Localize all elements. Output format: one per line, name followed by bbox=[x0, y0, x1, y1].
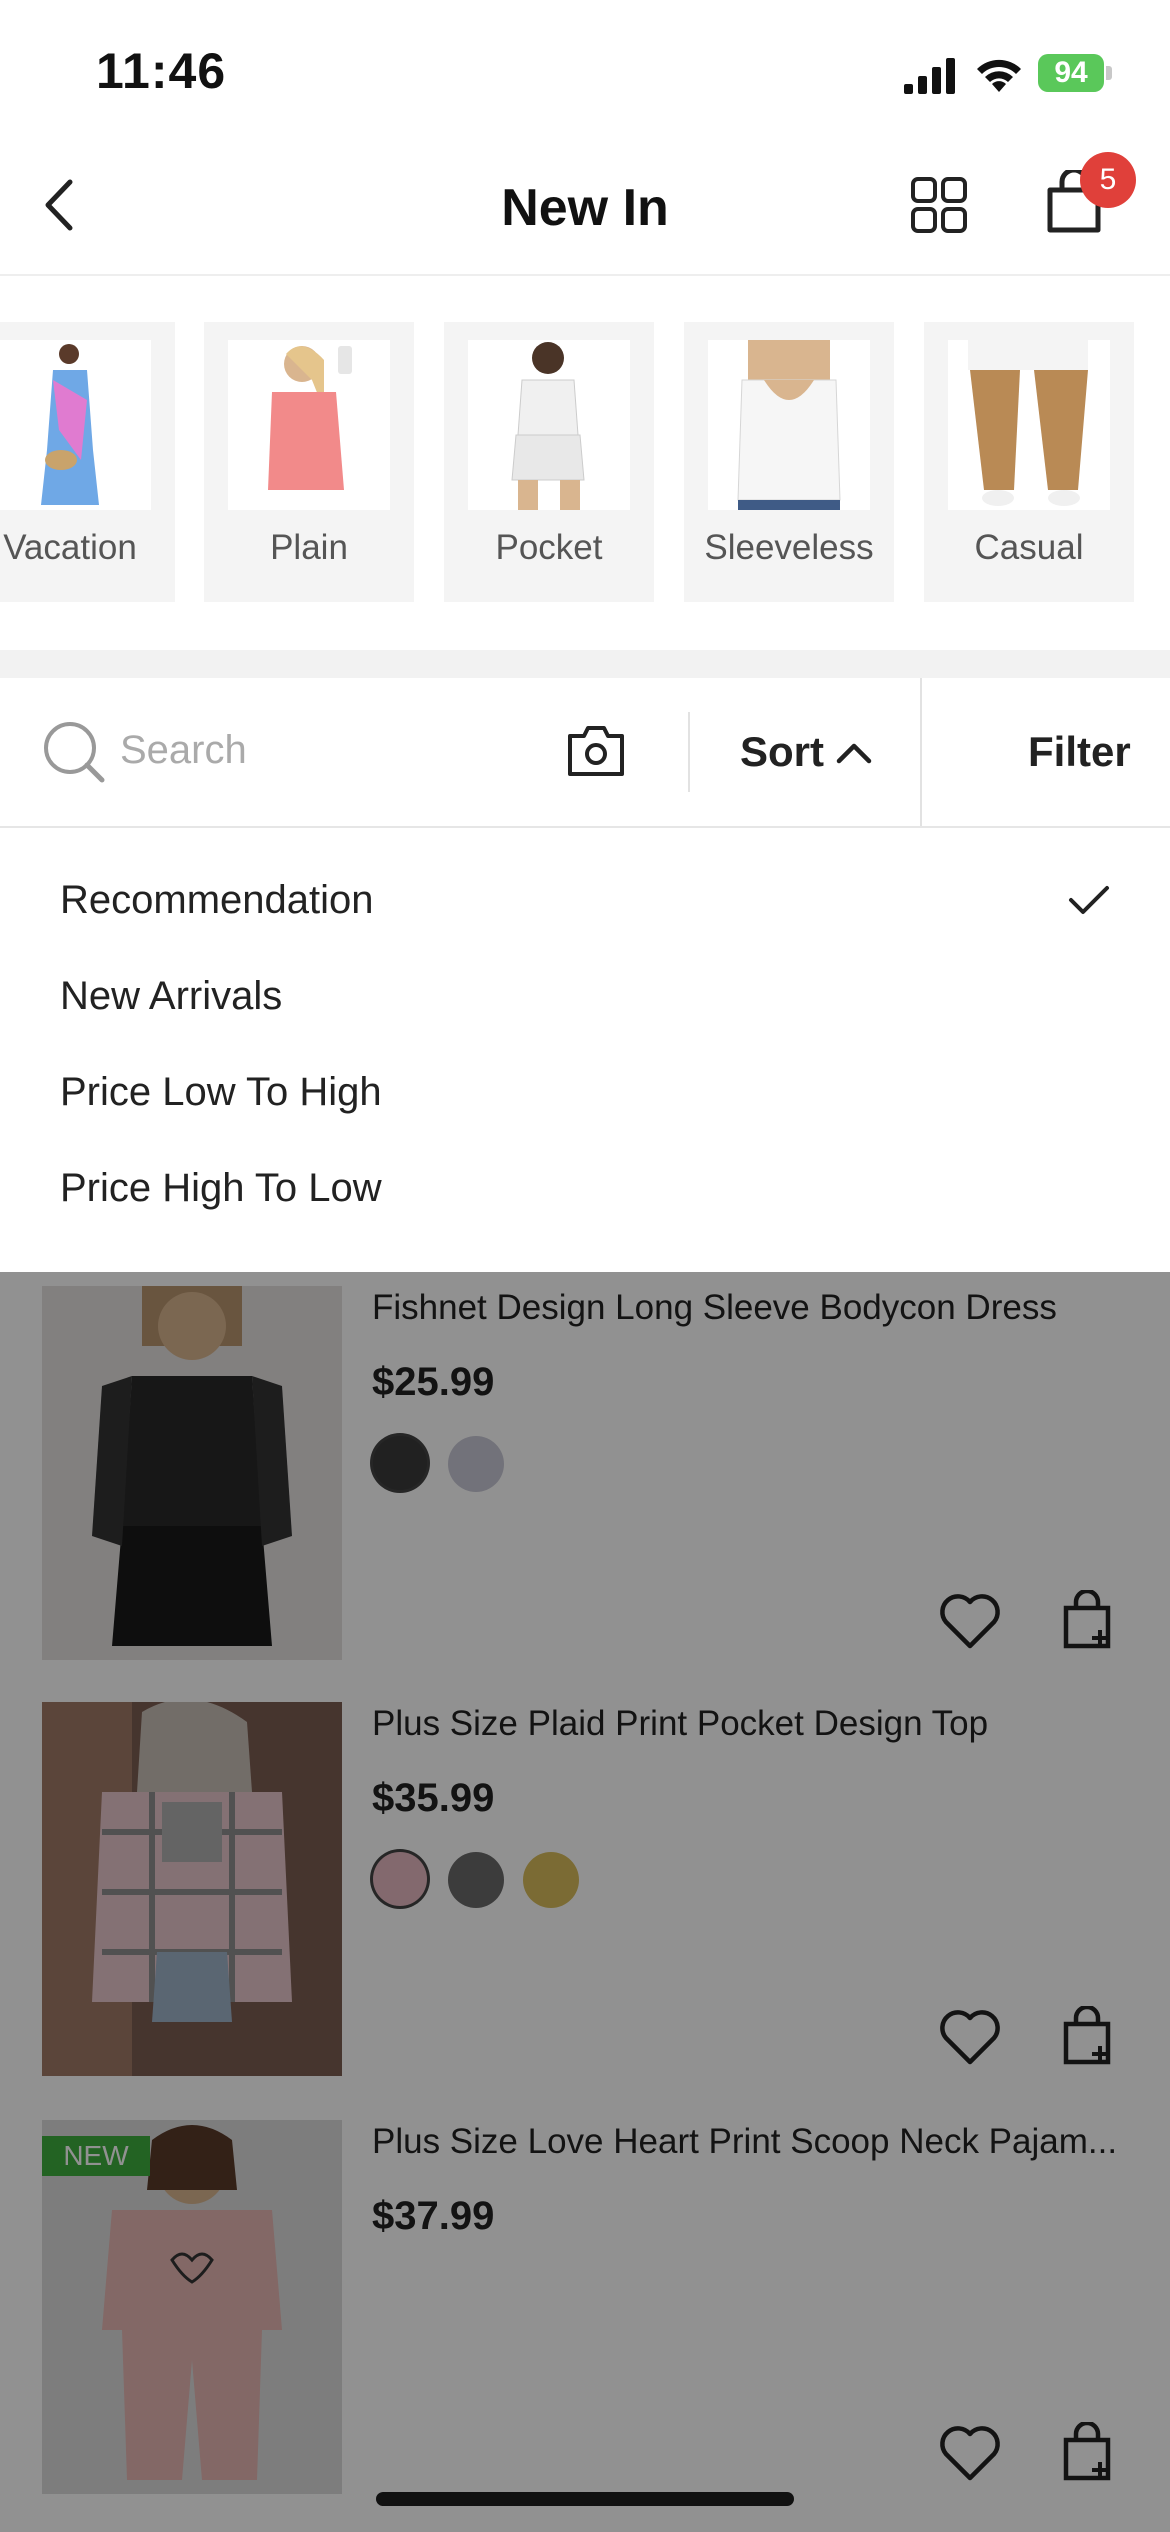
checkmark-icon bbox=[1069, 886, 1109, 914]
category-image bbox=[468, 340, 630, 510]
grid-view-icon[interactable] bbox=[910, 176, 968, 234]
status-bar: 11:46 94 bbox=[0, 0, 1170, 140]
category-label: Pocket bbox=[495, 528, 603, 567]
category-image bbox=[948, 340, 1110, 510]
cellular-signal-icon bbox=[904, 58, 955, 94]
toolbar-divider bbox=[688, 712, 690, 792]
category-card-pocket[interactable]: Pocket bbox=[444, 322, 654, 602]
category-card-plain[interactable]: Plain bbox=[204, 322, 414, 602]
filter-button[interactable]: Filter bbox=[1028, 728, 1131, 776]
category-card-sleeveless[interactable]: Sleeveless bbox=[684, 322, 894, 602]
search-input[interactable]: Search bbox=[120, 728, 247, 773]
battery-cap bbox=[1106, 66, 1112, 80]
toolbar-divider bbox=[920, 678, 922, 826]
category-image bbox=[0, 340, 151, 510]
sort-option-new-arrivals[interactable]: New Arrivals bbox=[60, 974, 282, 1019]
category-label: Sleeveless bbox=[704, 528, 874, 567]
sort-button[interactable]: Sort bbox=[740, 728, 824, 776]
category-card-casual[interactable]: Casual bbox=[924, 322, 1134, 602]
category-image bbox=[228, 340, 390, 510]
battery-icon: 94 bbox=[1038, 54, 1104, 92]
category-label: Vacation bbox=[3, 528, 137, 567]
chevron-up-icon[interactable] bbox=[836, 742, 872, 764]
sort-option-price-high-low[interactable]: Price High To Low bbox=[60, 1166, 382, 1211]
home-indicator[interactable] bbox=[376, 2492, 794, 2506]
sort-option-price-low-high[interactable]: Price Low To High bbox=[60, 1070, 382, 1115]
status-time: 11:46 bbox=[96, 43, 227, 99]
camera-icon[interactable] bbox=[566, 722, 626, 778]
category-card-vacation[interactable]: Vacation bbox=[0, 322, 175, 602]
cart-count-badge: 5 bbox=[1080, 152, 1136, 208]
category-label: Plain bbox=[270, 528, 348, 567]
search-icon bbox=[44, 722, 105, 783]
page-title: New In bbox=[501, 179, 669, 237]
section-divider bbox=[0, 650, 1170, 678]
category-label: Casual bbox=[974, 528, 1084, 567]
sort-dropdown: Recommendation New Arrivals Price Low To… bbox=[0, 828, 1170, 1272]
sort-option-recommendation[interactable]: Recommendation bbox=[60, 878, 374, 923]
dropdown-backdrop-overlay[interactable] bbox=[0, 1272, 1170, 2532]
category-image bbox=[708, 340, 870, 510]
wifi-icon bbox=[977, 59, 1021, 92]
